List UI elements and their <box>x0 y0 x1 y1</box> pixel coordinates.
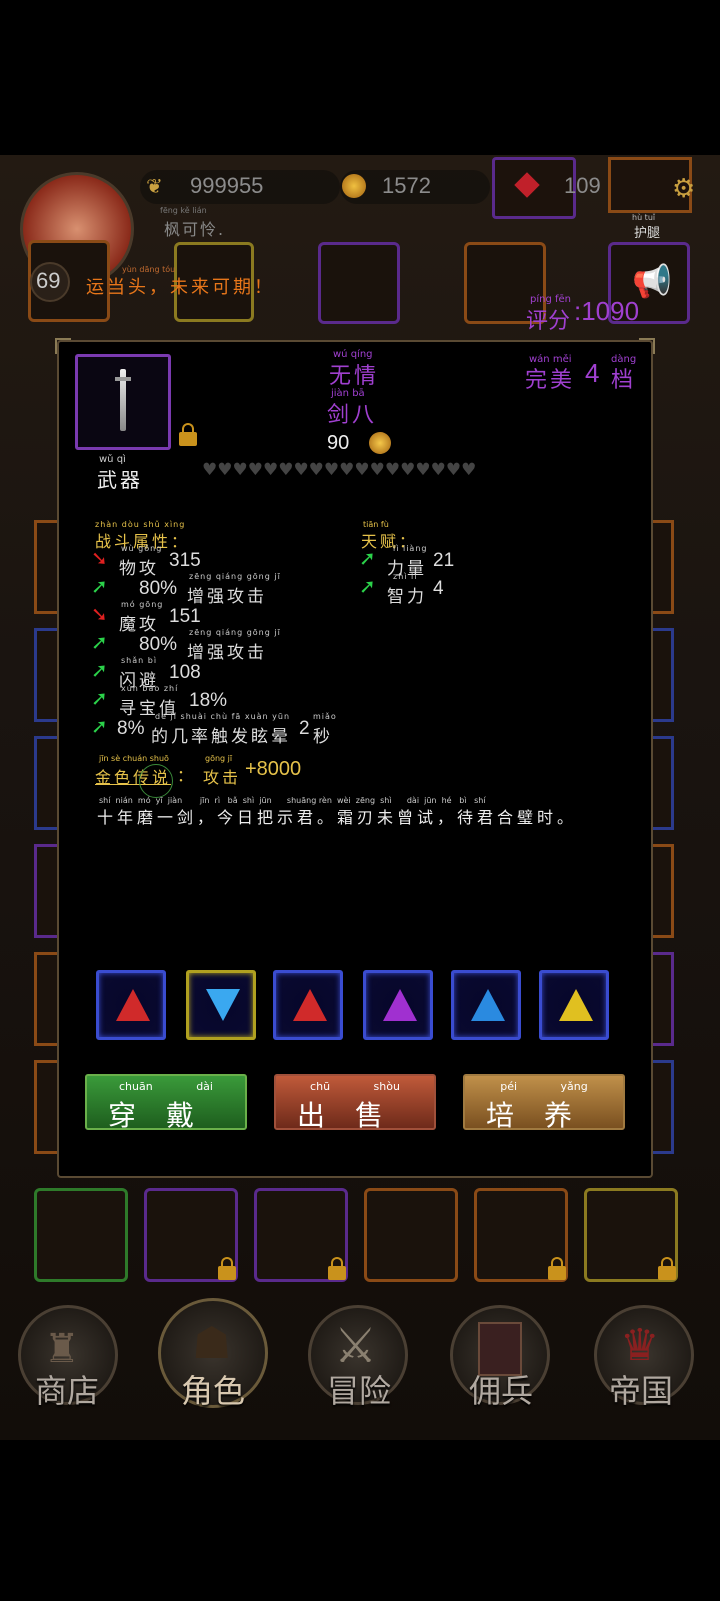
arrow-down-icon: ➘ <box>91 602 108 626</box>
legend-effect: 攻击 <box>203 768 242 787</box>
megaphone-icon[interactable]: 📢 <box>632 262 672 300</box>
legend-colon: ： <box>177 766 194 785</box>
blue-gem-icon <box>471 989 505 1021</box>
sell-button[interactable]: chū shòu 出售 <box>274 1074 436 1132</box>
coin-counter: 1572 <box>340 170 490 204</box>
arrow-up-icon: ➚ <box>91 574 108 598</box>
poem-text: 十年磨一剑，今日把示君。霜刃未曾试，待君合璧时。 <box>97 808 578 827</box>
wings-icon: ❦ <box>146 174 163 198</box>
legend-effect-pinyin: gōng jī <box>205 754 233 763</box>
legend-value: +8000 <box>245 758 302 780</box>
player-name: 枫可怜. <box>164 220 226 239</box>
lock-icon[interactable] <box>179 423 197 446</box>
talent-row-strength: ➚ lì liàng 力量 21 <box>359 544 455 579</box>
arrow-up-icon: ➚ <box>91 714 108 738</box>
equip-slot-gloves[interactable] <box>34 1188 128 1282</box>
stat-row-physical-attack: ➘ wù gōng 物攻 315 <box>91 544 201 579</box>
item-name-line2: 剑八 <box>327 403 378 428</box>
score-label: 评分 <box>526 309 571 334</box>
stat-row-attack-boost-2: ➚ 80% zēng qiáng gōng jī 增强攻击 <box>91 628 281 663</box>
item-icon-frame <box>75 354 171 450</box>
arrow-down-icon: ➘ <box>91 546 108 570</box>
stat-row-attack-boost-1: ➚ 80% zēng qiáng gōng jī 增强攻击 <box>91 572 281 607</box>
equip-slot-3[interactable] <box>318 242 400 324</box>
coin-value: 1572 <box>382 173 431 198</box>
wings-value: 999955 <box>190 173 264 198</box>
lock-icon <box>328 1257 346 1280</box>
talent-row-intelligence: ➚ zhì lì 智力 4 <box>359 572 444 607</box>
item-price: 90 <box>327 432 350 454</box>
item-name-line1: 无情 <box>329 364 380 389</box>
item-type: 武器 <box>97 468 143 492</box>
slot-label-right: 护腿 <box>634 226 661 241</box>
arrow-up-icon: ➚ <box>359 546 376 570</box>
arrow-up-icon: ➚ <box>91 630 108 654</box>
tap-indicator <box>139 764 173 798</box>
stat-row-magic-attack: ➘ mó gōng 魔攻 151 <box>91 600 201 635</box>
quality-label: 完美 <box>525 368 576 393</box>
nav-adventure-label: 冒险 <box>326 1372 391 1410</box>
combat-stats-list: ➘ wù gōng 物攻 315 ➚ 80% zēng qiáng gōng j… <box>91 544 371 747</box>
level-value: 69 <box>36 268 61 293</box>
lock-icon <box>548 1257 566 1280</box>
lock-icon <box>218 1257 236 1280</box>
gem-socket-6[interactable] <box>539 970 609 1040</box>
gem-socket-5[interactable] <box>451 970 521 1040</box>
nav-shop-label: 商店 <box>34 1372 99 1410</box>
coin-icon <box>342 174 366 198</box>
nav-mercenary-label: 佣兵 <box>468 1372 533 1410</box>
blue-gem-icon <box>206 989 240 1021</box>
train-button[interactable]: péi yǎng 培养 <box>463 1074 625 1132</box>
red-gem-icon <box>293 989 327 1021</box>
legend-label-pinyin: jīn sè chuán shuō <box>99 754 169 763</box>
stat-row-treasure: ➚ xún bǎo zhí 寻宝值 18% <box>91 684 228 719</box>
arrow-up-icon: ➚ <box>91 686 108 710</box>
settings-gear-icon[interactable]: ⚙ <box>672 174 695 204</box>
stat-row-stun: ➚ 8% de jǐ shuài chù fā xuàn yūn 的几率触发眩晕… <box>91 712 337 747</box>
tier-unit: 档 <box>611 368 637 393</box>
slot-label-right-pinyin: hù tuǐ <box>632 213 656 222</box>
stat-row-dodge: ➚ shǎn bì 闪避 108 <box>91 656 201 691</box>
lock-icon <box>658 1257 676 1280</box>
gem-value: 109 <box>564 173 601 198</box>
nav-character-label: 角色 <box>180 1372 245 1410</box>
purple-gem-icon <box>383 989 417 1021</box>
crown-icon: ♛ <box>620 1320 660 1371</box>
red-gem-icon <box>116 989 150 1021</box>
gem-socket-4[interactable] <box>363 970 433 1040</box>
item-detail-panel: wǔ qì 武器 wú qíng 无情 jiàn bā 剑八 90 wán mě… <box>55 338 655 1178</box>
yellow-gem-icon <box>559 989 593 1021</box>
arrow-up-icon: ➚ <box>91 658 108 682</box>
tier-number: 4 <box>585 358 600 388</box>
coin-icon <box>369 432 391 454</box>
gem-socket-1[interactable] <box>96 970 166 1040</box>
wings-counter: ❦ 999955 <box>140 170 340 204</box>
equip-slot-boots-3[interactable] <box>364 1188 458 1282</box>
durability-hearts: ♥♥♥♥♥♥♥♥♥♥♥♥♥♥♥♥♥♥ <box>202 460 477 480</box>
player-name-pinyin: fēng kě lián <box>160 206 207 215</box>
nav-empire-label: 帝国 <box>608 1372 673 1410</box>
wear-button[interactable]: chuān dài 穿戴 <box>85 1074 247 1132</box>
score-value: :1090 <box>574 296 640 326</box>
gem-socket-3[interactable] <box>273 970 343 1040</box>
gem-socket-2[interactable] <box>186 970 256 1040</box>
arrow-up-icon: ➚ <box>359 574 376 598</box>
hooded-figure-icon: ☗ <box>192 1318 232 1369</box>
motto: 运当头，未来可期！ <box>86 277 275 298</box>
